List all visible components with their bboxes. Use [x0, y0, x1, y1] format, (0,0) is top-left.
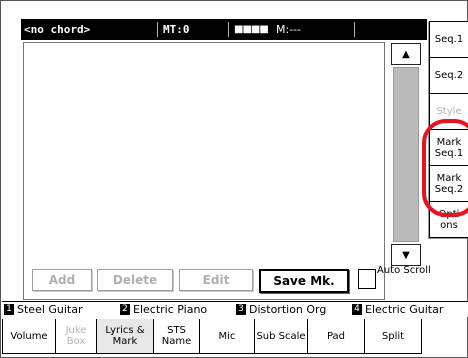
arrow-up-icon: ▲ [402, 48, 410, 60]
tab-lyrics-mark[interactable]: Lyrics & Mark [96, 319, 154, 354]
status-bar: <no chord> MT:0 ■■■■ M:--- [21, 19, 427, 40]
tab-juke-box[interactable]: Juke Box [55, 319, 97, 354]
track-name: Electric Guitar [365, 303, 444, 316]
save-mark-button[interactable]: Save Mk. [259, 269, 349, 293]
track-number: 1 [4, 304, 14, 315]
track-row: 1 Steel Guitar 2 Electric Piano 3 Distortio… [2, 301, 468, 317]
edit-button[interactable]: Edit [179, 269, 253, 291]
tab-mic[interactable]: Mic [199, 319, 255, 354]
display-panel: <no chord> MT:0 ■■■■ M:--- ▲ ▼ Seq.1 Seq… [0, 0, 468, 358]
chord-readout: <no chord> [24, 23, 91, 36]
tab-volume[interactable]: Volume [2, 319, 56, 354]
tab-pad[interactable]: Pad [307, 319, 365, 354]
arrow-down-icon: ▼ [402, 249, 410, 261]
bottom-tab-bar: Volume Juke Box Lyrics & Mark STS Name M… [2, 319, 422, 354]
red-highlight-circle [422, 119, 468, 217]
track-3[interactable]: 3 Distortion Org [234, 302, 350, 317]
tab-sub-scale[interactable]: Sub Scale [254, 319, 308, 354]
status-divider [157, 22, 158, 37]
track-name: Distortion Org [249, 303, 327, 316]
tab-seq2[interactable]: Seq.2 [429, 57, 468, 94]
track-number: 3 [236, 304, 246, 315]
auto-scroll-checkbox[interactable] [358, 269, 376, 289]
auto-scroll-label: Auto Scroll [377, 265, 431, 276]
track-name: Electric Piano [133, 303, 208, 316]
delete-button[interactable]: Delete [97, 269, 173, 291]
track-name: Steel Guitar [17, 303, 83, 316]
scroll-down-button[interactable]: ▼ [391, 244, 421, 266]
status-divider [354, 22, 355, 37]
status-divider [228, 22, 229, 37]
marker-list[interactable] [23, 42, 385, 300]
tab-seq1[interactable]: Seq.1 [429, 21, 468, 58]
track-number: 4 [352, 304, 362, 315]
track-number: 2 [120, 304, 130, 315]
mt-readout: MT:0 [163, 23, 190, 36]
track-4[interactable]: 4 Electric Guitar [350, 302, 466, 317]
beat-indicator: ■■■■ [234, 24, 269, 35]
scroll-track[interactable] [393, 67, 419, 242]
scroll-up-button[interactable]: ▲ [391, 43, 421, 65]
track-1[interactable]: 1 Steel Guitar [2, 302, 118, 317]
measure-readout: M:--- [276, 23, 302, 36]
track-2[interactable]: 2 Electric Piano [118, 302, 234, 317]
add-button[interactable]: Add [32, 269, 92, 291]
tab-split[interactable]: Split [364, 319, 422, 354]
vertical-scrollbar[interactable]: ▲ ▼ [391, 41, 423, 297]
tab-sts-name[interactable]: STS Name [153, 319, 200, 354]
